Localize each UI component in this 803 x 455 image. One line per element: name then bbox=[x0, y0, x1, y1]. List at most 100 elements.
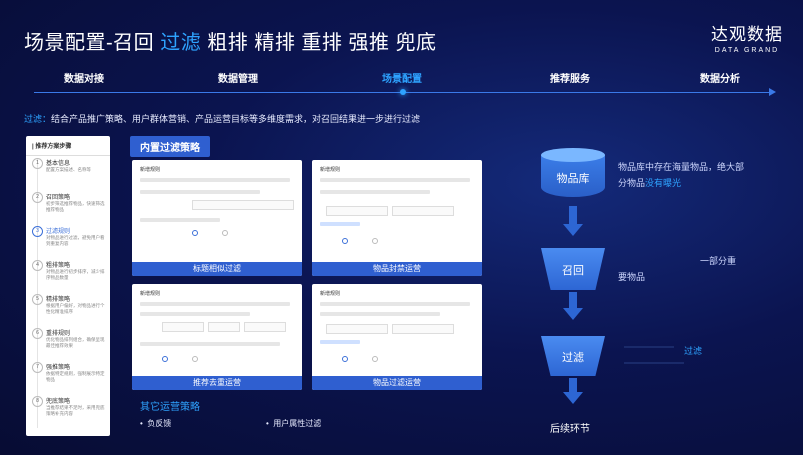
desc-text: 结合产品推广策略、用户群体营销、产品运营目标等多维度需求，对召回结果进一步进行过… bbox=[51, 114, 421, 124]
step-title: 重排规则 bbox=[46, 331, 71, 337]
other-strategy-item: • 用户属性过滤 bbox=[266, 419, 322, 428]
radio-option[interactable] bbox=[342, 356, 348, 362]
desc-label: 过滤： bbox=[24, 114, 52, 124]
step-desc: 依据特定规则，强制展示特定物品 bbox=[46, 371, 105, 382]
card-label: 新增规则 bbox=[140, 167, 161, 173]
db-text-1: 物品库中存在海量物品，绝大部 bbox=[618, 162, 745, 172]
step-title: 粗排策略 bbox=[46, 263, 71, 269]
nav-item-data-management[interactable]: 数据管理 bbox=[218, 70, 258, 85]
step-desc: 对物品进行初步排序，减少排序物品数量 bbox=[46, 269, 105, 280]
step-title: 精排策略 bbox=[46, 297, 71, 303]
final-stage-label: 后续环节 bbox=[550, 424, 590, 435]
form-input[interactable] bbox=[208, 322, 240, 332]
recall-stage: 召回 bbox=[541, 248, 605, 290]
form-select[interactable] bbox=[326, 206, 388, 216]
card-caption: 标题相似过滤 bbox=[132, 262, 302, 276]
step-title: 强推策略 bbox=[46, 365, 71, 371]
down-arrow-icon bbox=[563, 308, 583, 320]
logo-cn: 达观数据 bbox=[711, 25, 783, 44]
radio-option[interactable] bbox=[372, 356, 378, 362]
card-label: 新增规则 bbox=[140, 291, 161, 297]
form-row bbox=[140, 302, 290, 306]
form-select[interactable] bbox=[162, 322, 204, 332]
form-select[interactable] bbox=[244, 322, 286, 332]
item-database-icon: 物品库 bbox=[541, 148, 605, 204]
step-title: 过滤规则 bbox=[46, 229, 71, 235]
card-item-filter[interactable]: 新增规则 物品过滤运营 bbox=[312, 284, 482, 390]
page-title: 场景配置-召回 过滤 粗排 精排 重排 强推 兜底 bbox=[24, 26, 437, 55]
form-input[interactable] bbox=[192, 200, 294, 210]
add-condition-link[interactable] bbox=[320, 222, 360, 226]
form-row bbox=[320, 302, 470, 306]
filter-label: 过滤 bbox=[562, 352, 584, 364]
flow-arrow-stem bbox=[569, 206, 577, 224]
nav-item-scene-config[interactable]: 场景配置 bbox=[382, 70, 422, 85]
form-row bbox=[140, 190, 260, 194]
radio-option[interactable] bbox=[192, 356, 198, 362]
recall-text-a: 一部分重 bbox=[700, 256, 737, 266]
nav-item-recommend-service[interactable]: 推荐服务 bbox=[550, 70, 590, 85]
card-label: 新增规则 bbox=[320, 291, 341, 297]
flow-arrow-stem bbox=[569, 292, 577, 308]
card-caption: 物品封禁运营 bbox=[312, 262, 482, 276]
db-text-2b: 没有曝光 bbox=[645, 178, 682, 188]
nav-item-data-integration[interactable]: 数据对接 bbox=[64, 70, 104, 85]
steps-header: | 推荐方案步骤 bbox=[26, 136, 110, 156]
filter-stage: 过滤 bbox=[541, 336, 605, 376]
db-label: 物品库 bbox=[556, 173, 590, 185]
radio-option[interactable] bbox=[342, 238, 348, 244]
recall-text-b: 要物品 bbox=[618, 272, 646, 282]
down-arrow-icon bbox=[563, 224, 583, 236]
builtin-filter-tag: 内置过滤策略 bbox=[130, 136, 210, 157]
step-number: 5 bbox=[32, 294, 43, 305]
db-text-2a: 分物品 bbox=[618, 178, 646, 188]
filter-text-highlight: 过滤 bbox=[684, 346, 703, 356]
form-select[interactable] bbox=[392, 206, 454, 216]
other-strategies-title: 其它运营策略 bbox=[140, 402, 200, 413]
step-number: 7 bbox=[32, 362, 43, 373]
card-title-similarity[interactable]: 新增规则 标题相似过滤 bbox=[132, 160, 302, 276]
process-nav: 数据对接 数据管理 场景配置 推荐服务 数据分析 bbox=[20, 70, 780, 100]
step-desc: 初步筛选推荐物品，快速筛选推荐物品 bbox=[46, 201, 105, 212]
filter-text: 过滤 bbox=[684, 344, 702, 357]
flow-arrow-stem bbox=[569, 378, 577, 392]
step-number: 6 bbox=[32, 328, 43, 339]
step-number: 1 bbox=[32, 158, 43, 169]
card-item-ban[interactable]: 新增规则 物品封禁运营 bbox=[312, 160, 482, 276]
form-row bbox=[320, 312, 440, 316]
other-strategy-label: 负反馈 bbox=[147, 419, 172, 428]
radio-option[interactable] bbox=[162, 356, 168, 362]
step-desc: 当推荐结果不足时，采用兜底策略补充内容 bbox=[46, 405, 105, 416]
blurred-text bbox=[624, 346, 674, 348]
radio-option[interactable] bbox=[222, 230, 228, 236]
steps-panel: | 推荐方案步骤 1 基本信息 配置方案描述、名称等 2 召回策略 初步筛选推荐物品，快… bbox=[26, 136, 110, 436]
card-caption: 物品过滤运营 bbox=[312, 376, 482, 390]
form-row bbox=[140, 312, 250, 316]
form-row bbox=[320, 178, 470, 182]
title-suffix: 粗排 精排 重排 强推 兜底 bbox=[201, 32, 437, 54]
form-row bbox=[140, 218, 220, 222]
nav-active-dot bbox=[400, 89, 406, 95]
form-row bbox=[140, 178, 290, 182]
recall-label: 召回 bbox=[562, 265, 584, 277]
form-select[interactable] bbox=[392, 324, 454, 334]
radio-option[interactable] bbox=[372, 238, 378, 244]
radio-option[interactable] bbox=[192, 230, 198, 236]
form-row bbox=[320, 190, 430, 194]
form-select[interactable] bbox=[326, 324, 388, 334]
add-condition-link[interactable] bbox=[320, 340, 360, 344]
nav-item-data-analysis[interactable]: 数据分析 bbox=[700, 70, 740, 85]
step-number: 3 bbox=[32, 226, 43, 237]
step-title: 基本信息 bbox=[46, 161, 71, 167]
slide: 场景配置-召回 过滤 粗排 精排 重排 强推 兜底 达观数据 DATA GRAN… bbox=[0, 0, 803, 455]
step-desc: 优化物品排列组合，确保呈现最佳推荐效果 bbox=[46, 337, 105, 348]
title-highlight: 过滤 bbox=[160, 32, 202, 54]
step-title: 兜底策略 bbox=[46, 399, 71, 405]
db-text-2: 分物品没有曝光 bbox=[618, 176, 681, 189]
step-number: 8 bbox=[32, 396, 43, 407]
step-number: 2 bbox=[32, 192, 43, 203]
nav-arrow-icon bbox=[769, 88, 776, 96]
card-dedup[interactable]: 新增规则 推荐去重运营 bbox=[132, 284, 302, 390]
card-caption: 推荐去重运营 bbox=[132, 376, 302, 390]
other-strategy-label: 用户属性过滤 bbox=[273, 419, 322, 428]
